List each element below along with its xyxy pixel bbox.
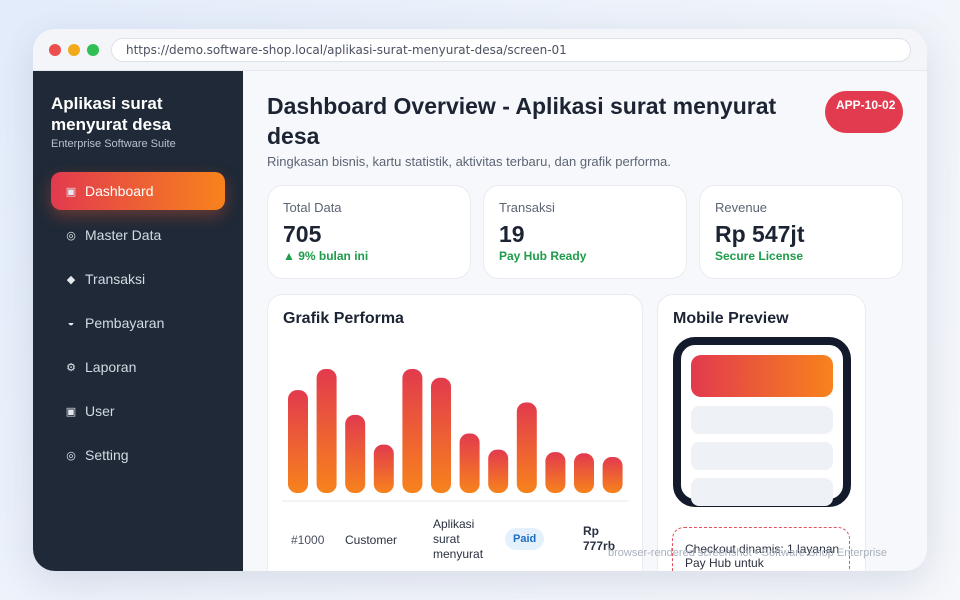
table-row[interactable]: #1000 Customer Aplikasi surat menyurat P… (283, 517, 628, 567)
transaction-icon: ◆ (66, 273, 76, 286)
chart-bar-8 (488, 449, 509, 493)
app-id-badge: APP-10-02 (825, 91, 903, 133)
sidebar-item-label: Pembayaran (85, 315, 165, 331)
sidebar-item-master-data[interactable]: ◎ Master Data (51, 216, 225, 254)
sidebar-item-label: Laporan (85, 359, 137, 375)
page-title: Dashboard Overview - Aplikasi surat meny… (267, 93, 777, 149)
chart-bar-12 (602, 457, 623, 493)
product-name: Aplikasi surat menyurat (433, 517, 484, 561)
customer-name: Customer (345, 533, 398, 547)
order-id: #1000 (291, 533, 325, 547)
user-icon: ▣ (65, 405, 77, 418)
stat-card-revenue: Revenue Rp 547jt Secure License (699, 185, 903, 279)
stat-card-transaksi: Transaksi 19 Pay Hub Ready (483, 185, 687, 279)
sidebar-item-label: Dashboard (85, 183, 154, 199)
phone-hero-banner (691, 355, 833, 397)
maximize-window-button[interactable] (87, 44, 99, 56)
chart-bar-3 (345, 414, 366, 493)
sidebar-item-setting[interactable]: ◎ Setting (51, 436, 225, 474)
sidebar-item-laporan[interactable]: ⚙ Laporan (51, 348, 225, 386)
chart-bar-9 (516, 402, 537, 493)
stat-value: 705 (283, 221, 322, 247)
stat-note: Secure License (715, 249, 804, 263)
chart-title: Grafik Performa (283, 310, 404, 327)
mobile-preview-card: Mobile Preview Checkout dinamis: 1 layan… (657, 294, 866, 571)
app-brand-title: Aplikasi surat menyurat desa (51, 94, 171, 134)
browser-window: https://demo.software-shop.local/aplikas… (33, 29, 927, 571)
stat-value: Rp 547jt (715, 221, 805, 247)
phone-list-item (691, 442, 833, 470)
page-subtitle: Ringkasan bisnis, kartu statistik, aktiv… (267, 154, 671, 169)
report-icon: ⚙ (66, 361, 76, 374)
chart-bar-5 (402, 369, 423, 493)
sidebar-item-label: Transaksi (85, 271, 146, 287)
main-content: Dashboard Overview - Aplikasi surat meny… (243, 71, 927, 571)
chart-bar-4 (373, 444, 394, 493)
close-window-button[interactable] (49, 44, 61, 56)
performance-bar-chart (282, 369, 628, 502)
sidebar-item-label: Setting (85, 447, 129, 463)
sidebar-item-pembayaran[interactable]: ◒ Pembayaran (51, 304, 225, 342)
stat-label: Total Data (283, 200, 342, 215)
chart-bar-2 (316, 369, 337, 493)
chart-bar-10 (545, 452, 566, 493)
minimize-window-button[interactable] (68, 44, 80, 56)
sidebar-nav: ▣ Dashboard ◎ Master Data ◆ Transaksi ◒ Pembaya… (51, 172, 225, 480)
chart-bar-11 (574, 453, 594, 493)
performance-chart-card: Grafik Performa #1000 Customer Aplikasi … (267, 294, 643, 571)
browser-toolbar: https://demo.software-shop.local/aplikas… (33, 29, 927, 71)
phone-list-item (691, 406, 833, 434)
stat-value: 19 (499, 221, 525, 247)
footer-caption: browser-rendered screenshot • Software S… (608, 547, 887, 559)
stat-label: Revenue (715, 200, 768, 215)
chart-bar-1 (288, 390, 308, 493)
chart-bar-6 (431, 377, 451, 493)
phone-list-item (691, 478, 833, 506)
chart-bar-7 (459, 433, 480, 493)
sidebar-item-label: Master Data (85, 227, 162, 243)
dashboard-icon: ▣ (65, 185, 77, 198)
stat-label: Transaksi (499, 200, 555, 215)
payment-icon: ◒ (67, 317, 75, 329)
settings-icon: ◎ (66, 449, 76, 462)
sidebar: Aplikasi surat menyurat desa Enterprise … (33, 71, 243, 571)
sidebar-item-transaksi[interactable]: ◆ Transaksi (51, 260, 225, 298)
address-bar[interactable]: https://demo.software-shop.local/aplikas… (111, 38, 911, 62)
sidebar-item-dashboard[interactable]: ▣ Dashboard (51, 172, 225, 210)
sidebar-item-label: User (85, 403, 115, 419)
stat-note: Pay Hub Ready (499, 249, 587, 263)
database-icon: ◎ (66, 229, 76, 242)
app-brand-subtitle: Enterprise Software Suite (51, 138, 176, 150)
sidebar-item-user[interactable]: ▣ User (51, 392, 225, 430)
mobile-preview-title: Mobile Preview (673, 310, 789, 327)
phone-mockup (673, 337, 851, 507)
stat-note: ▲ 9% bulan ini (283, 249, 369, 263)
status-badge: Paid (505, 528, 545, 550)
stat-card-total-data: Total Data 705 ▲ 9% bulan ini (267, 185, 471, 279)
